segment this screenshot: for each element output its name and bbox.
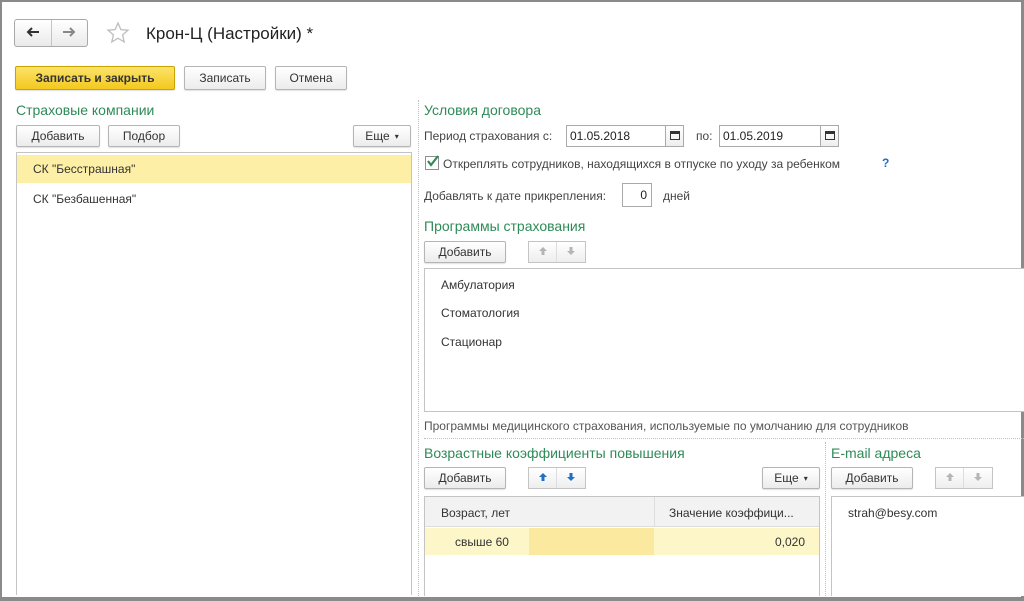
arrow-right-icon <box>62 26 76 40</box>
date-to-label: по: <box>696 129 713 143</box>
column-header-age[interactable]: Возраст, лет <box>441 506 510 520</box>
calendar-icon <box>669 129 680 143</box>
programs-list[interactable]: Амбулатория Стоматология Стационар <box>424 268 1024 412</box>
programs-add-button[interactable]: Добавить <box>424 241 506 263</box>
list-item[interactable]: СК "Безбашенная" <box>17 185 411 213</box>
divider <box>424 438 1024 439</box>
cell-age: свыше 60 <box>455 535 509 549</box>
list-item[interactable]: strah@besy.com <box>848 506 937 520</box>
list-item-label: СК "Бесстрашная" <box>33 162 136 176</box>
table-header: Возраст, лет Значение коэффици... <box>425 497 819 527</box>
list-item-label: Стоматология <box>441 306 520 320</box>
move-down-button[interactable] <box>557 468 585 488</box>
date-to-field[interactable]: 01.05.2019 <box>719 125 821 147</box>
coefficients-add-button[interactable]: Добавить <box>424 467 506 489</box>
chevron-down-icon: ▾ <box>803 473 808 483</box>
back-button[interactable] <box>15 20 52 46</box>
emails-add-button[interactable]: Добавить <box>831 467 913 489</box>
splitter[interactable] <box>418 100 419 596</box>
splitter[interactable] <box>825 442 826 596</box>
detach-label: Откреплять сотрудников, находящихся в от… <box>443 157 841 171</box>
more-label: Еще <box>774 471 799 485</box>
insurers-pick-button[interactable]: Подбор <box>108 125 180 147</box>
arrow-down-icon <box>566 245 576 259</box>
checkmark-icon <box>426 154 440 171</box>
emails-list[interactable]: strah@besy.com <box>831 496 1024 596</box>
move-up-button[interactable] <box>936 468 964 488</box>
period-label: Период страхования с: <box>424 129 553 143</box>
insurers-more-button[interactable]: Еще ▾ <box>353 125 411 147</box>
programs-move-buttons <box>528 241 586 263</box>
move-down-button[interactable] <box>557 242 585 262</box>
programs-note: Программы медицинского страхования, испо… <box>424 419 909 433</box>
column-divider <box>654 497 655 527</box>
arrow-up-icon <box>538 245 548 259</box>
add-days-label: Добавлять к дате прикрепления: <box>424 189 607 203</box>
insurers-title: Страховые компании <box>16 102 155 118</box>
coefficients-table[interactable]: Возраст, лет Значение коэффици... свыше … <box>424 496 820 596</box>
days-unit: дней <box>663 189 691 203</box>
help-icon[interactable]: ? <box>882 156 889 170</box>
contract-title: Условия договора <box>424 102 541 118</box>
emails-title: E-mail адреса <box>831 445 921 461</box>
table-row[interactable]: свыше 60 0,020 <box>425 528 819 555</box>
insurers-add-button[interactable]: Добавить <box>16 125 100 147</box>
move-up-button[interactable] <box>529 242 557 262</box>
arrow-up-icon <box>945 471 955 485</box>
arrow-up-icon <box>538 471 548 485</box>
page-title: Крон-Ц (Настройки) * <box>146 24 314 43</box>
list-item[interactable]: Стоматология <box>425 299 1024 327</box>
star-icon[interactable] <box>106 21 130 48</box>
list-item[interactable]: Амбулатория <box>425 271 1024 299</box>
cancel-button[interactable]: Отмена <box>275 66 347 90</box>
date-from-field[interactable]: 01.05.2018 <box>566 125 666 147</box>
list-item-label: СК "Безбашенная" <box>33 192 137 206</box>
coefficients-more-button[interactable]: Еще ▾ <box>762 467 820 489</box>
calendar-to-button[interactable] <box>821 125 839 147</box>
move-down-button[interactable] <box>964 468 992 488</box>
move-up-button[interactable] <box>529 468 557 488</box>
insurers-list[interactable]: СК "Бесстрашная" СК "Безбашенная" <box>16 152 412 595</box>
save-button[interactable]: Записать <box>184 66 266 90</box>
cell-value: 0,020 <box>774 535 805 549</box>
nav-buttons <box>14 19 88 47</box>
days-field[interactable]: 0 <box>622 183 652 207</box>
list-item-label: Стационар <box>441 335 502 349</box>
detach-checkbox[interactable] <box>425 154 440 171</box>
forward-button[interactable] <box>52 20 88 46</box>
cell-highlight <box>529 528 654 555</box>
coefficients-move-buttons <box>528 467 586 489</box>
calendar-icon <box>824 129 835 143</box>
programs-title: Программы страхования <box>424 218 586 234</box>
emails-move-buttons <box>935 467 993 489</box>
list-item-label: Амбулатория <box>441 278 515 292</box>
arrow-down-icon <box>566 471 576 485</box>
list-item[interactable]: Стационар <box>425 328 1024 356</box>
window-frame: Крон-Ц (Настройки) * Записать и закрыть … <box>0 0 1024 601</box>
coefficients-title: Возрастные коэффициенты повышения <box>424 445 685 461</box>
column-header-value[interactable]: Значение коэффици... <box>669 506 794 520</box>
chevron-down-icon: ▾ <box>394 131 399 141</box>
save-and-close-button[interactable]: Записать и закрыть <box>15 66 175 90</box>
arrow-left-icon <box>26 26 40 40</box>
arrow-down-icon <box>973 471 983 485</box>
list-item[interactable]: СК "Бесстрашная" <box>17 155 411 183</box>
more-label: Еще <box>365 129 390 143</box>
calendar-from-button[interactable] <box>666 125 684 147</box>
